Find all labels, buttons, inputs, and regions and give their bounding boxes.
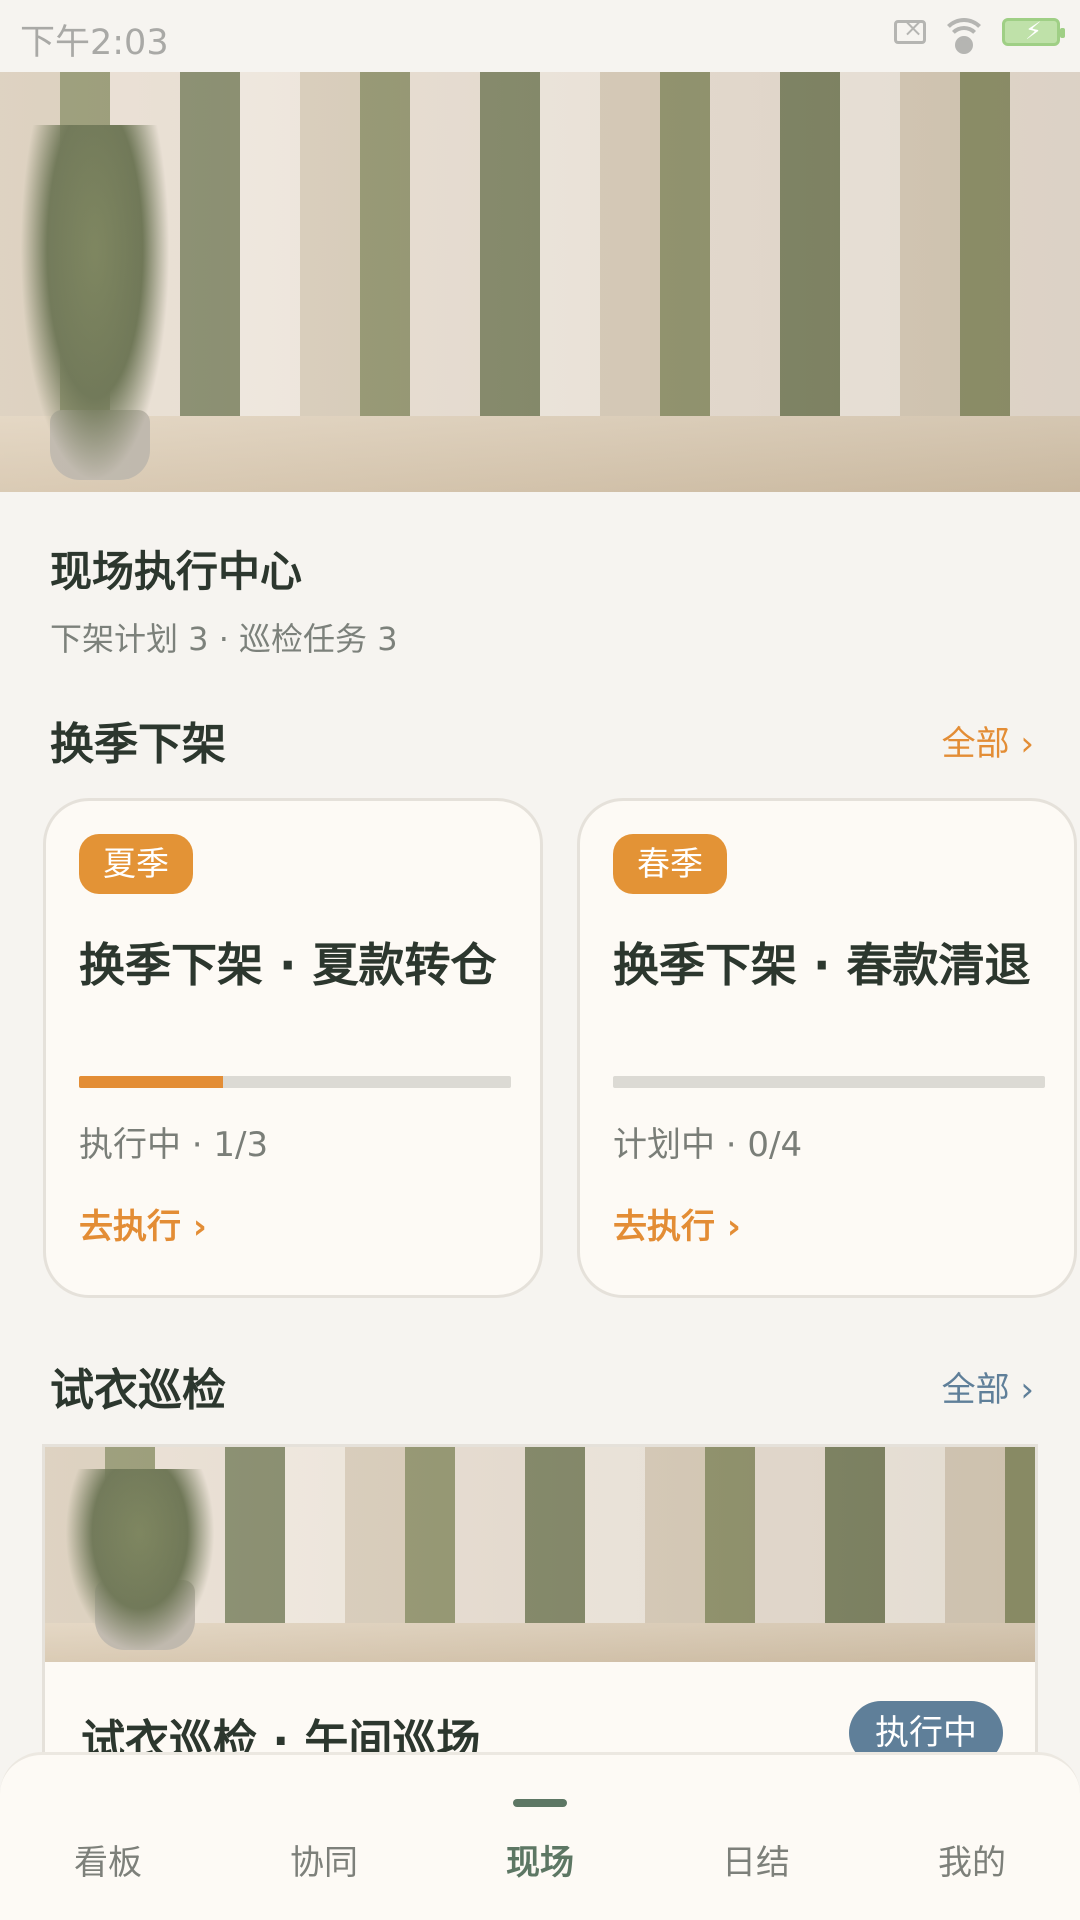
wifi-icon	[940, 18, 988, 54]
progress-fill	[79, 1076, 223, 1088]
nav-label: 我的	[938, 1843, 1006, 1883]
nav-item-dashboard[interactable]: 看板	[0, 1755, 216, 1920]
nav-item-daily-close[interactable]: 日结	[648, 1755, 864, 1920]
bottom-nav: 看板 协同 现场 日结 我的	[0, 1752, 1080, 1920]
page-subtitle: 下架计划 3 · 巡检任务 3	[50, 620, 398, 658]
nav-label: 现场	[506, 1843, 574, 1883]
active-tab-indicator	[513, 1799, 567, 1807]
season-tag: 夏季	[79, 834, 193, 894]
inspection-card[interactable]: 试衣巡检 · 午间巡场 执行中	[42, 1444, 1038, 1784]
nav-label: 日结	[722, 1843, 790, 1883]
season-view-all-link[interactable]: 全部 ›	[942, 716, 1034, 765]
inspection-view-all-link[interactable]: 全部 ›	[942, 1362, 1034, 1411]
hero-fitting-room-image	[0, 72, 1080, 492]
inspection-section-title: 试衣巡检	[50, 1365, 226, 1416]
season-card-title: 换季下架 · 春款清退	[613, 938, 1031, 992]
season-tag: 春季	[613, 834, 727, 894]
battery-charging-icon: ⚡	[1002, 17, 1065, 46]
inspection-card-image	[45, 1447, 1035, 1662]
no-sim-icon	[894, 14, 926, 44]
season-card-spring[interactable]: 春季 换季下架 · 春款清退 计划中 · 0/4 去执行 ›	[577, 798, 1077, 1298]
season-card-summer[interactable]: 夏季 换季下架 · 夏款转仓 执行中 · 1/3 去执行 ›	[43, 798, 543, 1298]
nav-item-profile[interactable]: 我的	[864, 1755, 1080, 1920]
season-card-title: 换季下架 · 夏款转仓	[79, 938, 497, 992]
progress-bar	[613, 1076, 1045, 1088]
season-card-status: 计划中 · 0/4	[613, 1125, 803, 1165]
status-time: 下午2:03	[20, 23, 169, 63]
status-icons: ⚡	[894, 14, 1065, 54]
nav-label: 看板	[74, 1843, 142, 1883]
status-bar: 下午2:03 ⚡	[0, 0, 1080, 72]
nav-item-onsite[interactable]: 现场	[432, 1755, 648, 1920]
season-card-status: 执行中 · 1/3	[79, 1125, 269, 1165]
page-title: 现场执行中心	[50, 547, 303, 596]
execute-link[interactable]: 去执行 ›	[613, 1199, 741, 1248]
execute-link[interactable]: 去执行 ›	[79, 1199, 207, 1248]
season-section-title: 换季下架	[50, 719, 226, 770]
nav-item-collaboration[interactable]: 协同	[216, 1755, 432, 1920]
progress-bar	[79, 1076, 511, 1088]
nav-label: 协同	[290, 1843, 358, 1883]
